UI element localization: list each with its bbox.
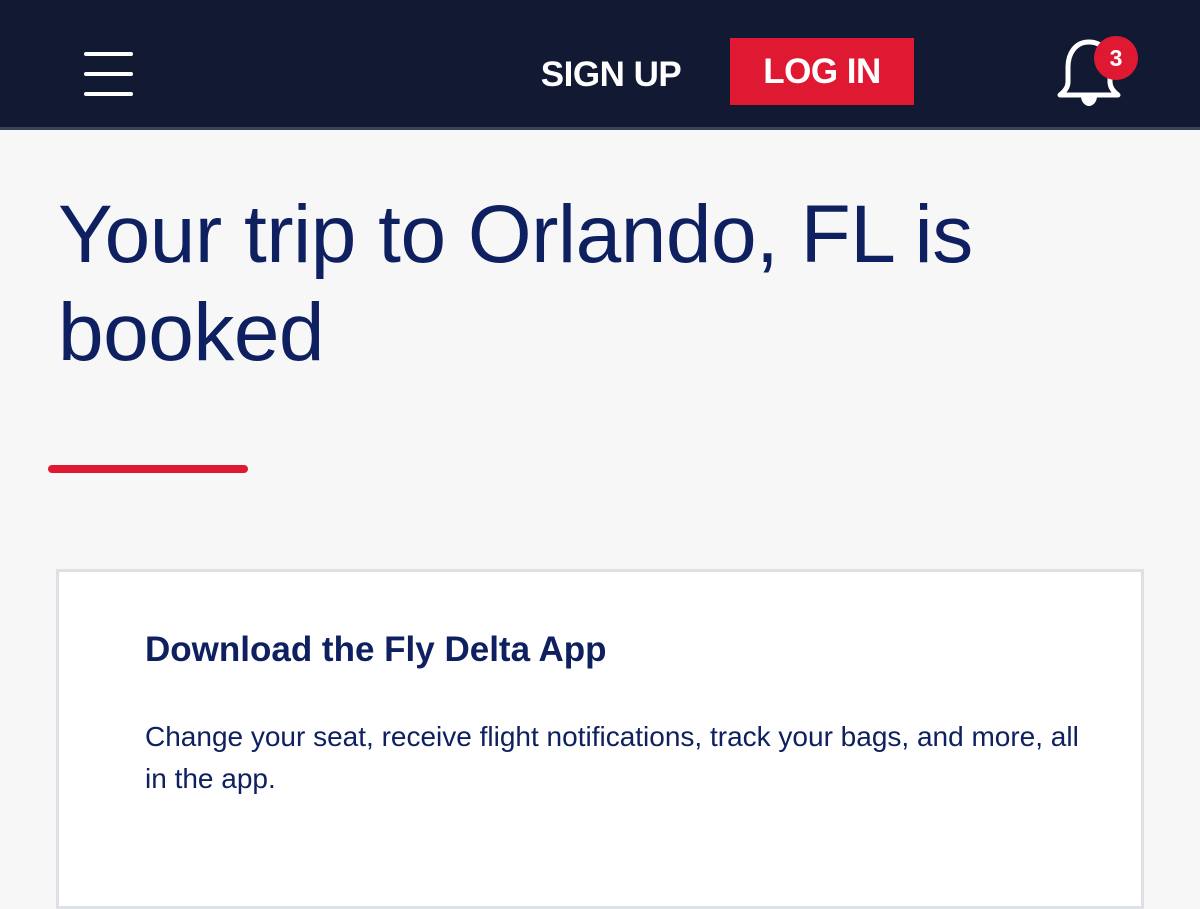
top-nav-bar: SIGN UP LOG IN 3 bbox=[0, 0, 1200, 130]
accent-divider bbox=[48, 465, 248, 473]
log-in-button[interactable]: LOG IN bbox=[730, 38, 914, 105]
card-description: Change your seat, receive flight notific… bbox=[145, 721, 1079, 794]
app-download-card: Download the Fly Delta App Change your s… bbox=[56, 569, 1144, 909]
page-title: Your trip to Orlando, FL is booked bbox=[58, 189, 973, 378]
notification-count-badge: 3 bbox=[1094, 36, 1138, 80]
card-title: Download the Fly Delta App bbox=[145, 630, 607, 669]
sign-up-button[interactable]: SIGN UP bbox=[528, 44, 694, 106]
hamburger-menu-icon[interactable] bbox=[80, 48, 136, 100]
